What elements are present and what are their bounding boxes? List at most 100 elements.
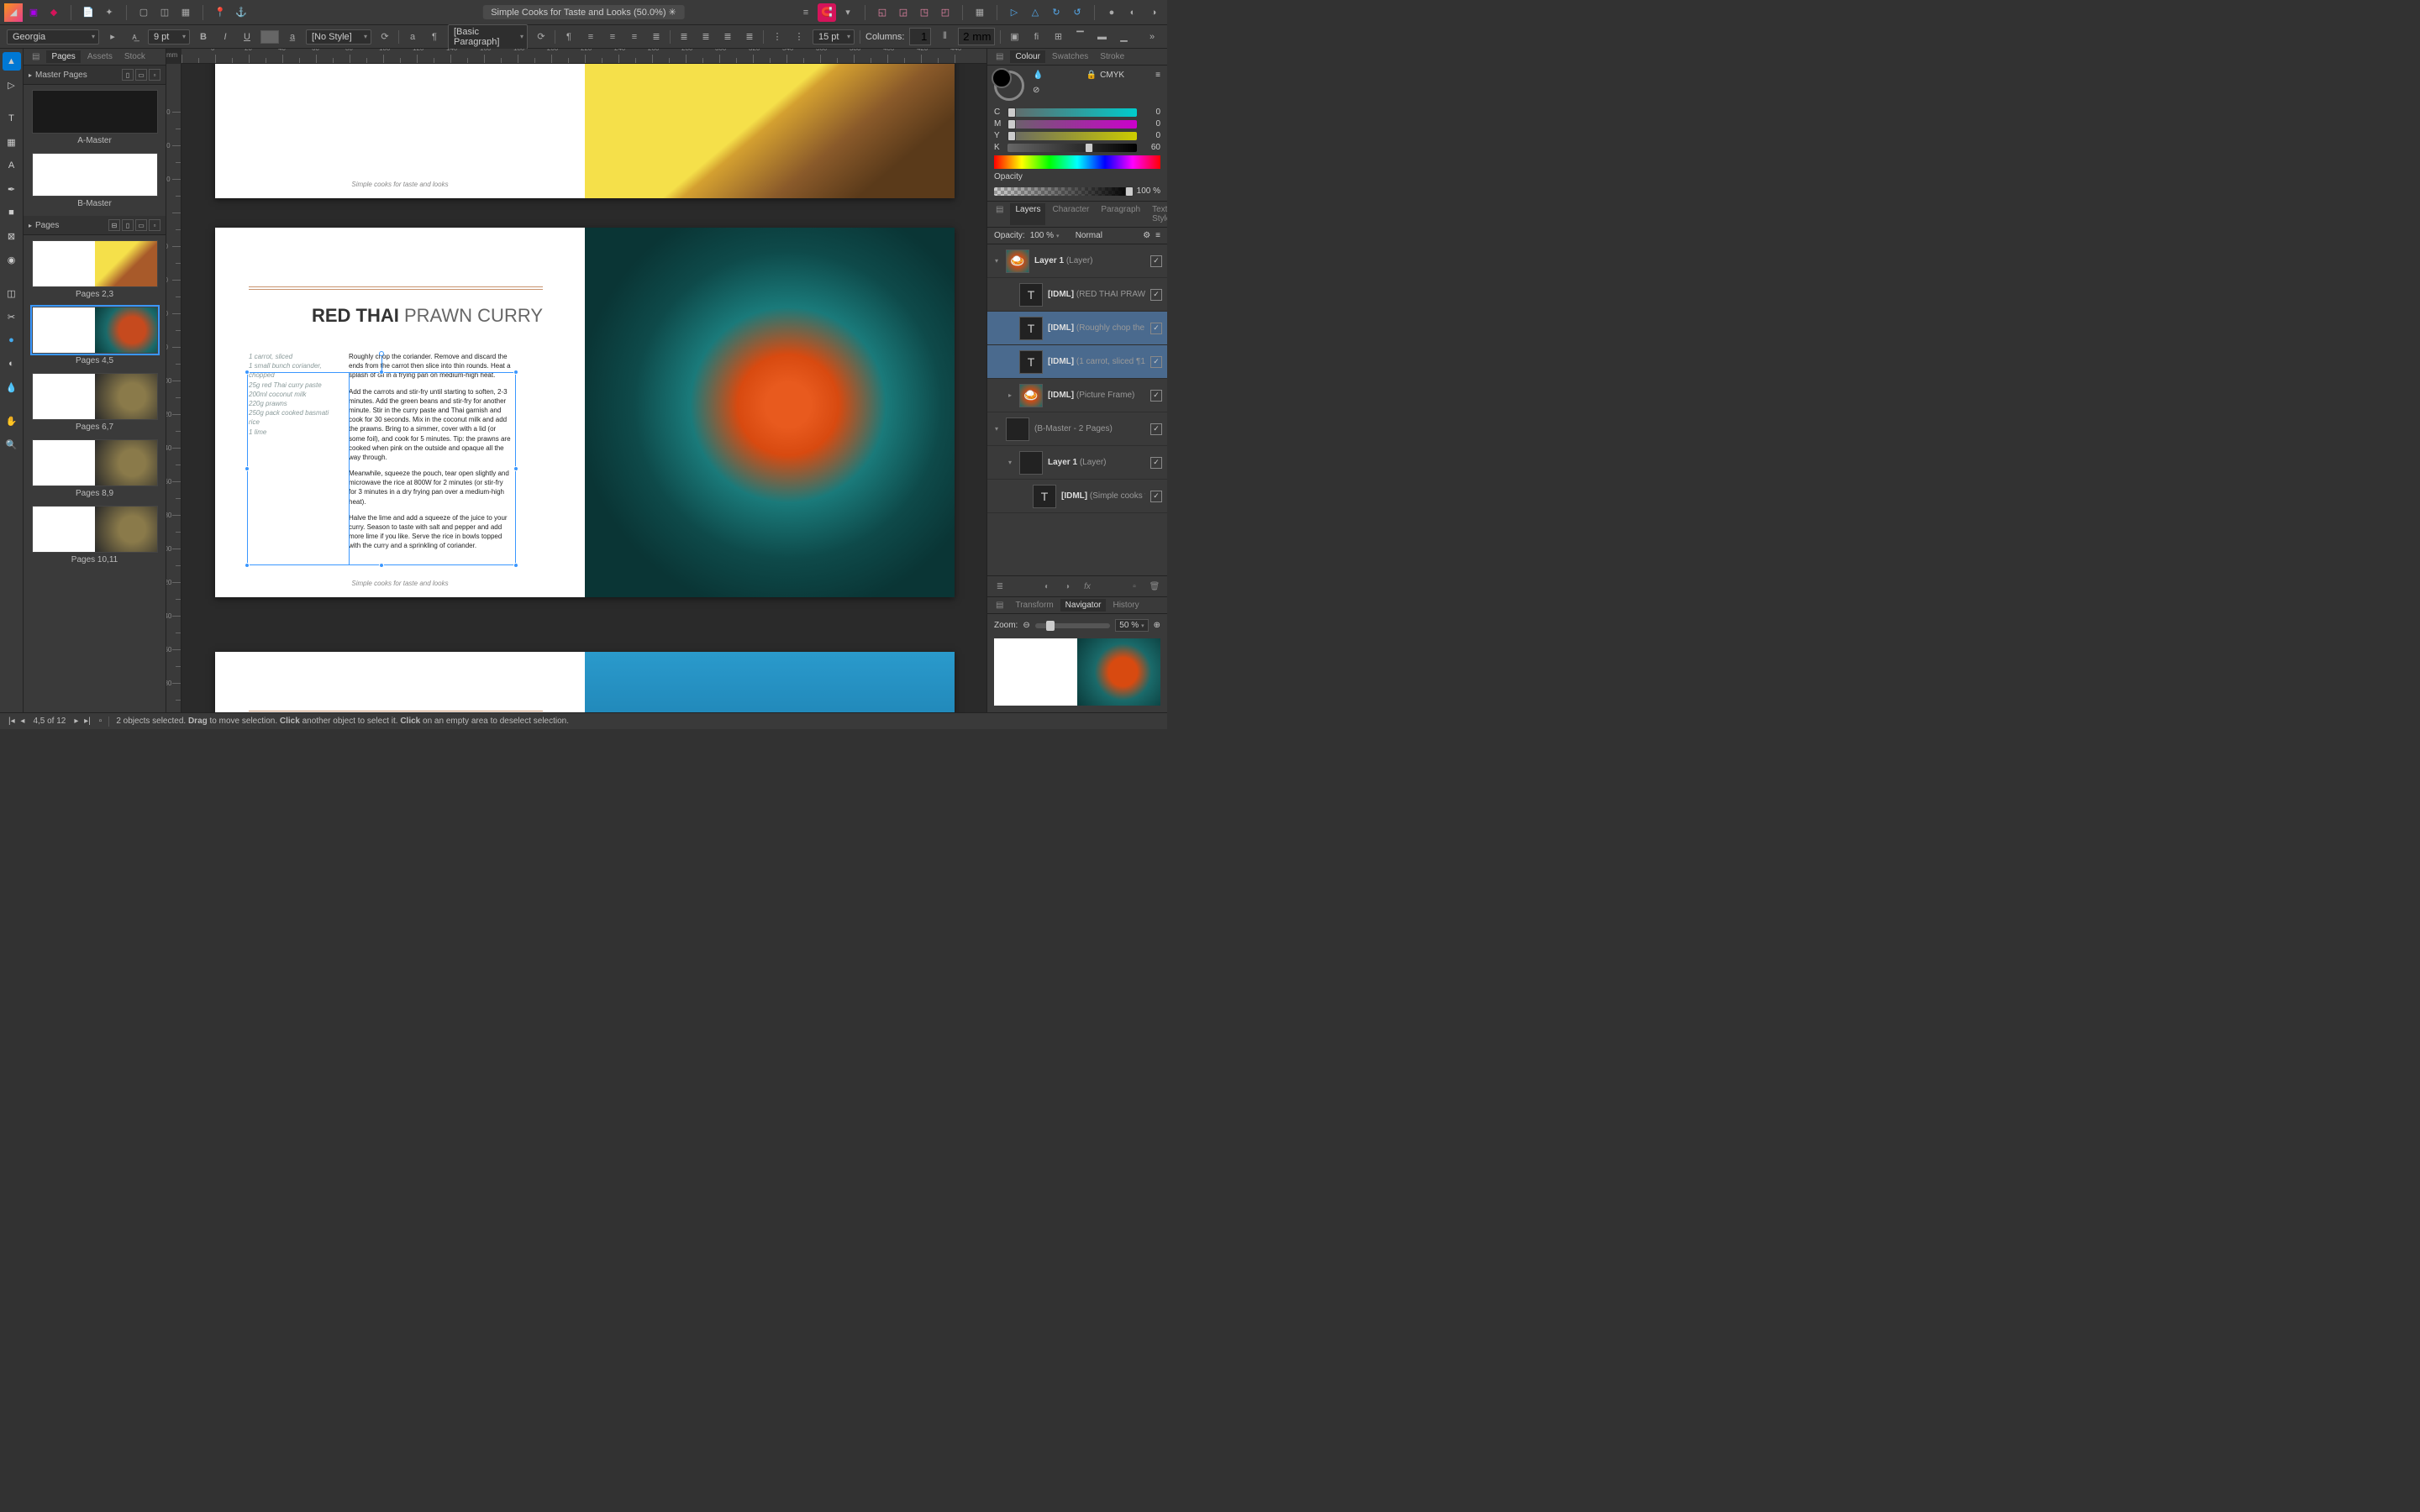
- delete-layer-icon[interactable]: 🗑: [1147, 580, 1162, 593]
- layers-tab[interactable]: Layers: [1010, 203, 1045, 225]
- fx-icon[interactable]: fx: [1080, 580, 1095, 593]
- bool-int-icon[interactable]: ◑: [1144, 3, 1163, 22]
- zoom-out-button[interactable]: ⊖: [1023, 621, 1029, 630]
- new-icon[interactable]: ✦: [100, 3, 118, 22]
- yellow-slider[interactable]: Y0: [994, 131, 1160, 140]
- none-colour-icon[interactable]: ⊘: [1033, 86, 1046, 99]
- justify-all-icon[interactable]: ≣: [741, 29, 758, 45]
- flip-v-icon[interactable]: △: [1026, 3, 1044, 22]
- layer-row[interactable]: ▾ (B-Master - 2 Pages)✓: [987, 412, 1167, 446]
- gutter-input[interactable]: [958, 28, 995, 45]
- pages-tab[interactable]: Pages: [46, 50, 80, 63]
- arrange-back-icon[interactable]: ◱: [873, 3, 892, 22]
- anchor-icon[interactable]: ⚓: [232, 3, 250, 22]
- crop-tool[interactable]: ◫: [3, 284, 21, 302]
- stock-tab[interactable]: Stock: [119, 50, 150, 63]
- ellipse-tool[interactable]: ◉: [3, 250, 21, 269]
- zoom-value-dropdown[interactable]: 50 %: [1115, 619, 1148, 632]
- black-slider[interactable]: K60: [994, 143, 1160, 152]
- canvas-viewport[interactable]: Simple cooks for taste and looks RED THA…: [182, 64, 986, 712]
- master-thumb-a[interactable]: A-Master: [32, 90, 158, 148]
- leading-dropdown[interactable]: 15 pt: [813, 29, 855, 45]
- add-spread-icon[interactable]: ▭: [135, 219, 147, 231]
- character-style-dropdown[interactable]: [No Style]: [306, 29, 371, 45]
- sync-para-icon[interactable]: ⟳: [533, 29, 550, 45]
- layer-row[interactable]: T[IDML] (RED THAI PRAWN C✓: [987, 278, 1167, 312]
- select-mode-icon[interactable]: ▢: [134, 3, 153, 22]
- mask-icon[interactable]: ◐: [1039, 580, 1055, 593]
- lock-icon[interactable]: 🔒: [1086, 71, 1097, 80]
- cyan-slider[interactable]: C0: [994, 108, 1160, 117]
- valign-bot-icon[interactable]: ▁: [1115, 29, 1132, 45]
- group-icon[interactable]: ▦: [971, 3, 989, 22]
- stroke-tab[interactable]: Stroke: [1095, 50, 1129, 63]
- spread-45[interactable]: RED THAI PRAWN CURRY 1 carrot, sliced 1 …: [215, 228, 955, 597]
- pin-icon[interactable]: 📍: [211, 3, 229, 22]
- add-master-icon[interactable]: ▫: [149, 69, 160, 81]
- text-frame-icon[interactable]: ▣: [1006, 29, 1023, 45]
- typography-icon[interactable]: fi: [1028, 29, 1044, 45]
- rectangle-tool[interactable]: ■: [3, 203, 21, 222]
- spread-23[interactable]: Simple cooks for taste and looks: [215, 64, 955, 198]
- spread-67[interactable]: GRILLO SALAD: [215, 652, 955, 712]
- magenta-slider[interactable]: M0: [994, 119, 1160, 129]
- tab-menu-icon[interactable]: ▤: [991, 599, 1008, 612]
- arrange-front-icon[interactable]: ◰: [936, 3, 955, 22]
- italic-button[interactable]: I: [217, 29, 234, 45]
- eyedropper-icon[interactable]: 💧: [1033, 71, 1046, 84]
- delete-page-icon[interactable]: ▫: [149, 219, 160, 231]
- app-icon-photo[interactable]: ▣: [24, 3, 43, 22]
- layer-row[interactable]: T[IDML] (Roughly chop the c✓: [987, 312, 1167, 345]
- picture-frame-tool[interactable]: ⊠: [3, 227, 21, 245]
- transparency-tool[interactable]: ◐: [3, 354, 21, 373]
- vertical-ruler[interactable]: -60-40-200204060801001201401601802002202…: [166, 64, 182, 712]
- spread-thumb-89[interactable]: Pages 8,9: [32, 439, 158, 501]
- select-mode2-icon[interactable]: ◫: [155, 3, 174, 22]
- next-page-button[interactable]: ▸: [72, 717, 80, 726]
- app-icon-designer[interactable]: ◢: [4, 3, 23, 22]
- first-page-button[interactable]: |◂: [7, 717, 17, 726]
- zoom-slider[interactable]: [1035, 623, 1111, 628]
- swatches-tab[interactable]: Swatches: [1047, 50, 1093, 63]
- horizontal-ruler[interactable]: mm02040608010012014016018020022024026028…: [182, 49, 986, 64]
- spectrum-picker[interactable]: [994, 155, 1160, 169]
- pan-tool[interactable]: ✋: [3, 412, 21, 430]
- snapping-icon[interactable]: 🧲: [818, 3, 836, 22]
- align-right-icon[interactable]: ≡: [626, 29, 643, 45]
- spread-thumb-45[interactable]: Pages 4,5: [32, 307, 158, 368]
- layer-menu-icon[interactable]: ≡: [1155, 231, 1160, 240]
- bool-sub-icon[interactable]: ◐: [1123, 3, 1142, 22]
- master-pages-header[interactable]: Master Pages ▯▭▫: [24, 66, 166, 85]
- font-size-dropdown[interactable]: 9 pt: [148, 29, 190, 45]
- fill-stroke-selector[interactable]: [994, 71, 1024, 101]
- colour-menu-icon[interactable]: ≡: [1155, 71, 1160, 80]
- paragraph-style-dropdown[interactable]: [Basic Paragraph]: [448, 24, 528, 50]
- add-page-icon[interactable]: ▯: [122, 219, 134, 231]
- justify-left-icon[interactable]: ≣: [676, 29, 692, 45]
- blend-mode-dropdown[interactable]: Normal: [1076, 231, 1131, 240]
- pages-section-header[interactable]: Pages ⊟▯▭▫: [24, 216, 166, 235]
- baseline-icon[interactable]: ≡: [797, 3, 815, 22]
- frame-text-tool[interactable]: T: [3, 109, 21, 128]
- sync-style-icon[interactable]: ⟳: [376, 29, 393, 45]
- font-family-dropdown[interactable]: Georgia: [7, 29, 99, 45]
- single-page-icon[interactable]: ▯: [122, 69, 134, 81]
- opacity-slider[interactable]: 100 %: [994, 186, 1160, 196]
- add-page-status-icon[interactable]: ▫: [99, 717, 103, 726]
- list-number-icon[interactable]: ⋮: [791, 29, 808, 45]
- artistic-text-tool[interactable]: A: [3, 156, 21, 175]
- text-colour-swatch[interactable]: [260, 30, 279, 44]
- vector-crop-tool[interactable]: ✂: [3, 307, 21, 326]
- columns-input[interactable]: [909, 28, 931, 45]
- arrange-backward-icon[interactable]: ◲: [894, 3, 913, 22]
- last-page-button[interactable]: ▸|: [82, 717, 92, 726]
- master-thumb-b[interactable]: B-Master: [32, 153, 158, 211]
- layer-row[interactable]: ▸🍛[IDML] (Picture Frame)✓: [987, 379, 1167, 412]
- align-left-icon[interactable]: ≡: [582, 29, 599, 45]
- node-tool[interactable]: ▷: [3, 76, 21, 94]
- navigator-thumbnail[interactable]: [994, 638, 1160, 706]
- fill-tool[interactable]: ●: [3, 331, 21, 349]
- assets-tab[interactable]: Assets: [82, 50, 118, 63]
- layer-row[interactable]: T[IDML] (1 carrot, sliced ¶1 s✓: [987, 345, 1167, 379]
- tab-menu-icon[interactable]: ▤: [27, 50, 45, 63]
